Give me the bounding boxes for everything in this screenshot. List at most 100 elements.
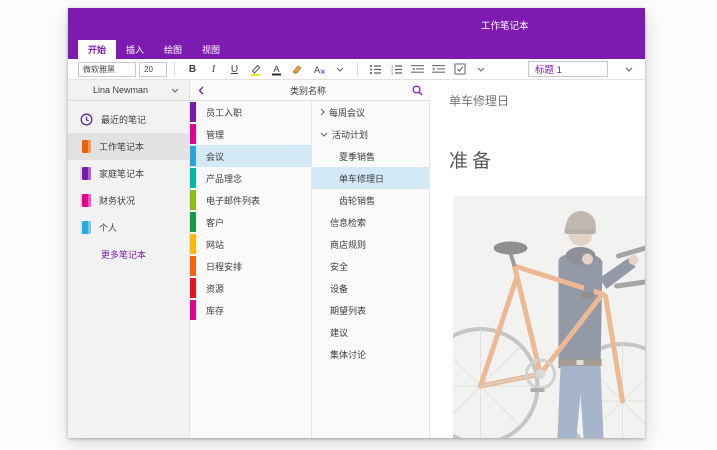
sidebar-item-recent-notes[interactable]: 最近的笔记 (68, 106, 189, 133)
search-icon[interactable] (412, 85, 423, 96)
page-item[interactable]: 信息检索 (312, 211, 429, 233)
titlebar: 工作笔记本 (68, 8, 645, 40)
section-color-tab (190, 168, 196, 188)
page-item-selected[interactable]: 单车修理日 (312, 167, 429, 189)
section-item[interactable]: 管理 (190, 123, 311, 145)
section-item[interactable]: 日程安排 (190, 255, 311, 277)
page-item[interactable]: 建议 (312, 321, 429, 343)
page-item-group[interactable]: 活动计划 (312, 123, 429, 145)
bullet-list-button[interactable] (365, 61, 386, 78)
chevron-down-icon (477, 67, 485, 72)
sidebar-item-family-notebook[interactable]: 家庭笔记本 (68, 160, 189, 187)
section-item[interactable]: 客户 (190, 211, 311, 233)
page-heading[interactable]: 准备 (449, 146, 495, 173)
page-item[interactable]: 设备 (312, 277, 429, 299)
section-color-tab (190, 256, 196, 276)
font-color-button[interactable]: A (266, 61, 287, 78)
page-label: 每周会议 (329, 106, 365, 119)
section-item-selected[interactable]: 会议 (190, 145, 311, 167)
section-label: 管理 (206, 128, 224, 141)
indent-icon (432, 64, 445, 75)
todo-checkbox-icon (454, 63, 466, 75)
section-label: 网站 (206, 238, 224, 251)
font-size-select[interactable]: 20 (139, 62, 167, 77)
bicycle-photo-illustration (453, 196, 645, 438)
page-item[interactable]: 期望列表 (312, 299, 429, 321)
section-item[interactable]: 库存 (190, 299, 311, 321)
section-item[interactable]: 网站 (190, 233, 311, 255)
svg-text:A: A (273, 64, 279, 74)
section-item[interactable]: 产品理念 (190, 167, 311, 189)
section-label: 会议 (206, 150, 224, 163)
panel-title: 类别名称 (204, 84, 412, 97)
page-image-bicycle[interactable] (453, 196, 645, 438)
chevron-right-icon[interactable] (320, 108, 325, 116)
sidebar-item-finances[interactable]: 财务状况 (68, 187, 189, 214)
page-label: 设备 (330, 282, 348, 295)
account-name: Lina Newman (93, 85, 171, 95)
clear-formatting-button[interactable]: A (308, 61, 329, 78)
sidebar-item-label: 最近的笔记 (101, 113, 146, 126)
todo-tag-button[interactable] (449, 61, 470, 78)
more-notebooks-link[interactable]: 更多笔记本 (68, 241, 189, 268)
bold-button[interactable]: B (182, 61, 203, 78)
page-item[interactable]: 夏季销售 (312, 145, 429, 167)
outdent-button[interactable] (407, 61, 428, 78)
notebook-icon (80, 221, 91, 234)
section-item[interactable]: 员工入职 (190, 101, 311, 123)
indent-button[interactable] (428, 61, 449, 78)
section-label: 日程安排 (206, 260, 242, 273)
section-label: 客户 (206, 216, 224, 229)
underline-button[interactable]: U (224, 61, 245, 78)
page-label: 集体讨论 (330, 348, 366, 361)
tags-dropdown[interactable] (470, 61, 491, 78)
page-label: 齿轮销售 (339, 194, 375, 207)
tab-insert[interactable]: 插入 (116, 40, 154, 59)
page-label: 单车修理日 (339, 172, 384, 185)
page-item-group[interactable]: 每周会议 (312, 101, 429, 123)
account-switcher[interactable]: Lina Newman (68, 80, 189, 101)
sidebar-item-personal[interactable]: 个人 (68, 214, 189, 241)
sections-pages-panel: 类别名称 员工入职 管理 (190, 80, 431, 438)
chevron-down-icon (336, 67, 344, 72)
page-item[interactable]: 安全 (312, 255, 429, 277)
tab-view[interactable]: 视图 (192, 40, 230, 59)
section-color-tab (190, 190, 196, 210)
section-color-tab (190, 124, 196, 144)
onenote-window: 工作笔记本 开始 插入 绘图 视图 微软雅黑 20 B I U A (68, 8, 645, 438)
style-selector[interactable]: 标题 1 (528, 61, 608, 77)
page-label: 信息检索 (330, 216, 366, 229)
panel-header: 类别名称 (190, 80, 431, 101)
chevron-down-icon[interactable] (320, 132, 328, 137)
section-label: 电子邮件列表 (206, 194, 260, 207)
notebook-icon (80, 140, 91, 153)
section-item[interactable]: 电子邮件列表 (190, 189, 311, 211)
italic-button[interactable]: I (203, 61, 224, 78)
numbered-list-button[interactable]: 1 2 3 (386, 61, 407, 78)
page-item[interactable]: 商店规则 (312, 233, 429, 255)
page-item[interactable]: 齿轮销售 (312, 189, 429, 211)
app-body: Lina Newman 最近的笔记 工作笔记本 家庭笔记本 (68, 80, 645, 438)
section-color-tab (190, 234, 196, 254)
page-label: 建议 (330, 326, 348, 339)
font-name-select[interactable]: 微软雅黑 (78, 62, 136, 77)
styles-dropdown[interactable] (618, 61, 639, 78)
section-label: 员工入职 (206, 106, 242, 119)
section-label: 资源 (206, 282, 224, 295)
page-canvas[interactable]: 单车修理日 准备 (431, 80, 645, 438)
sidebar-item-label: 家庭笔记本 (99, 167, 144, 180)
chevron-down-icon (625, 67, 633, 72)
notebook-icon (80, 194, 91, 207)
tab-home[interactable]: 开始 (78, 40, 116, 59)
section-item[interactable]: 资源 (190, 277, 311, 299)
page-title[interactable]: 单车修理日 (449, 92, 509, 109)
highlighter-button[interactable] (245, 61, 266, 78)
ribbon-toolbar: 微软雅黑 20 B I U A A (68, 59, 645, 80)
font-options-dropdown[interactable] (329, 61, 350, 78)
tab-draw[interactable]: 绘图 (154, 40, 192, 59)
page-item[interactable]: 集体讨论 (312, 343, 429, 365)
format-painter-button[interactable] (287, 61, 308, 78)
sidebar-item-work-notebook[interactable]: 工作笔记本 (68, 133, 189, 160)
page-label: 活动计划 (332, 128, 368, 141)
page-label: 商店规则 (330, 238, 366, 251)
